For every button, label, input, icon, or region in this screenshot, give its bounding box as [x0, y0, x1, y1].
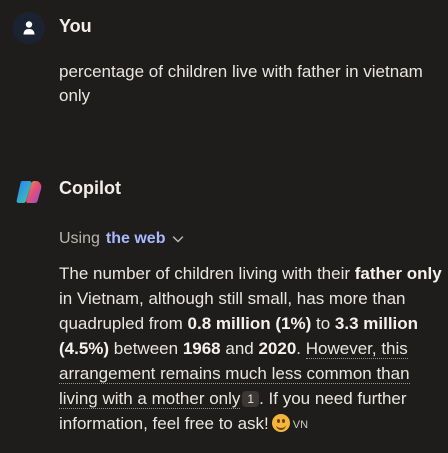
person-icon: [23, 21, 35, 35]
using-prefix: Using: [59, 230, 100, 247]
answer-text: to: [311, 314, 335, 333]
copilot-answer: The number of children living with their…: [59, 261, 444, 438]
copilot-logo-icon: [16, 181, 42, 203]
answer-text: The number of children living with their: [59, 264, 355, 283]
flag-code: VN: [292, 419, 309, 431]
copilot-name: Copilot: [59, 178, 121, 198]
answer-bold: 1968: [182, 339, 221, 358]
answer-text: .: [296, 339, 302, 358]
user-avatar: [13, 12, 45, 44]
smiling-face-emoji-icon: [271, 414, 290, 432]
user-name: You: [59, 16, 92, 36]
chat-thread: You percentage of children live with fat…: [0, 0, 448, 453]
user-message: percentage of children live with father …: [59, 62, 423, 105]
chevron-down-icon: [173, 236, 184, 243]
using-source: the web: [105, 230, 166, 247]
answer-bold: father only: [354, 264, 442, 283]
sources-toggle[interactable]: Using the web: [59, 230, 185, 248]
answer-bold: 0.8 million (1%): [187, 314, 312, 333]
answer-bold: 2020: [258, 339, 297, 358]
answer-text: between: [109, 339, 183, 358]
answer-text: and: [220, 339, 259, 358]
citation-badge[interactable]: 1: [242, 391, 260, 407]
